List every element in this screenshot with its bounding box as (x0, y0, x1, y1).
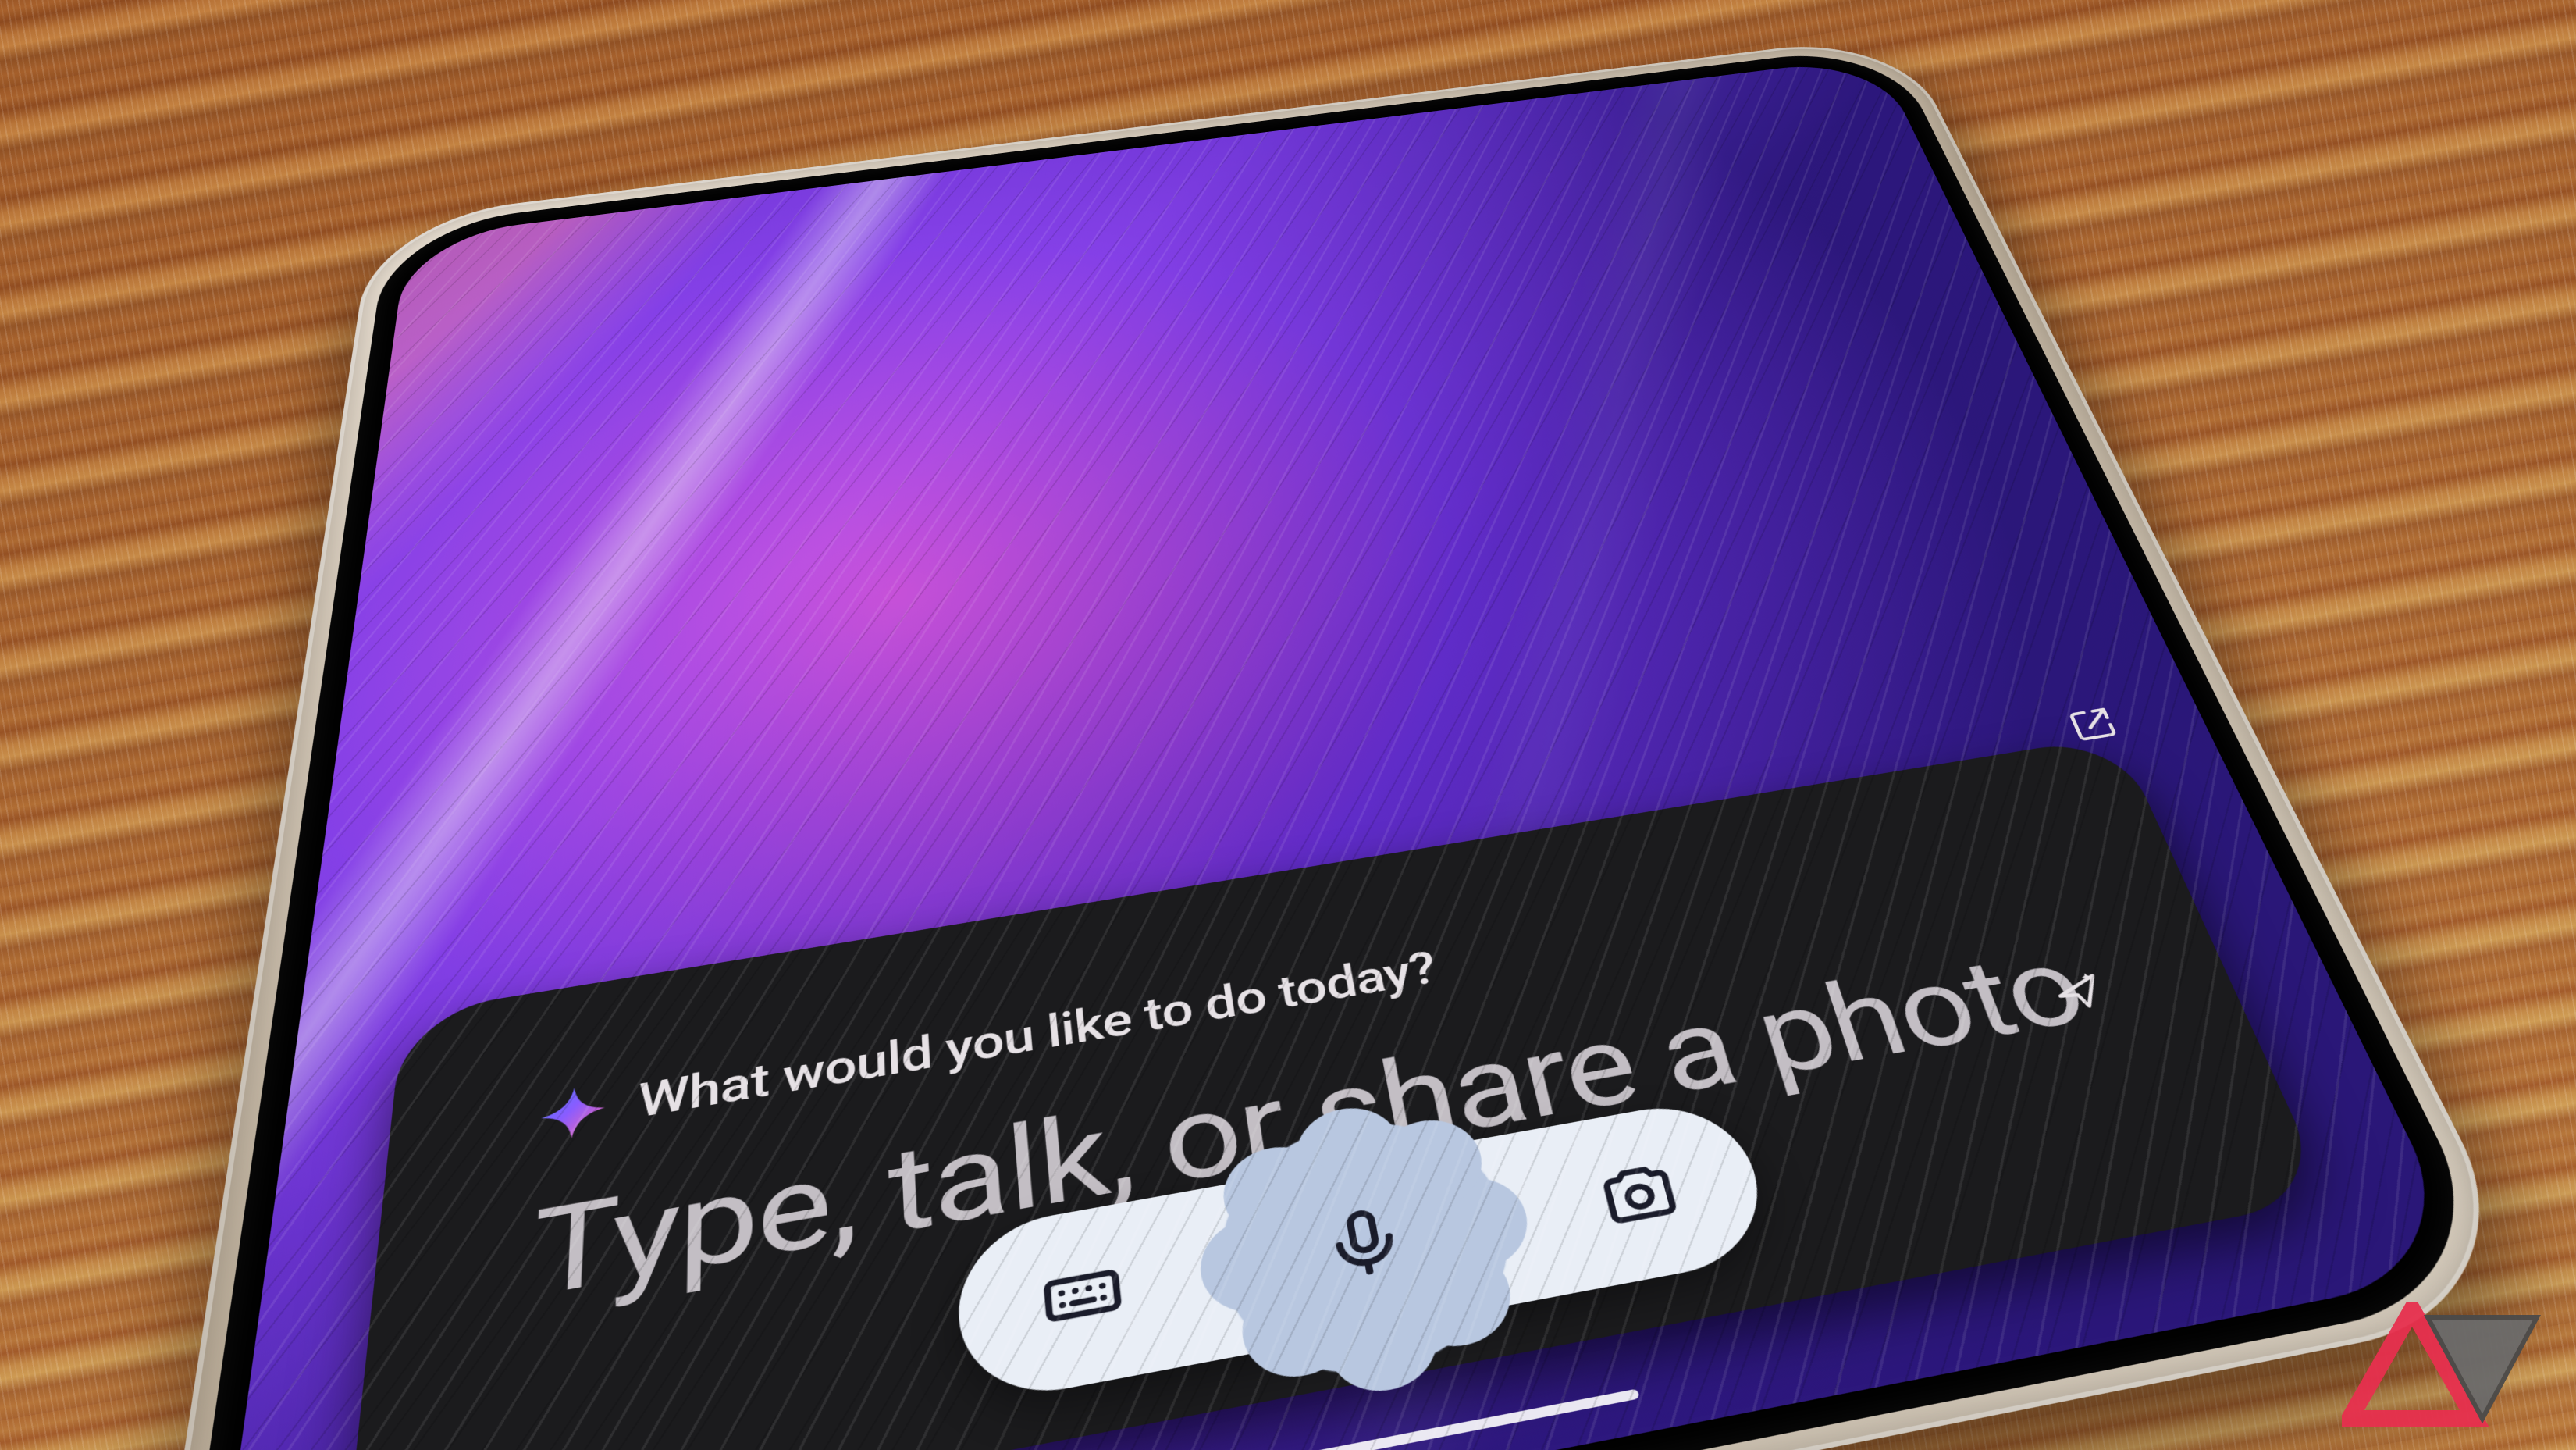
gemini-sparkle-icon (539, 1083, 606, 1145)
phone-screen: What would you like to do today? Type, t… (204, 56, 2474, 1450)
keyboard-button[interactable] (1029, 1244, 1137, 1348)
camera-icon (1592, 1154, 1687, 1234)
assistant-card-header: What would you like to do today? (539, 843, 2048, 1146)
microphone-button[interactable] (1206, 1103, 1532, 1398)
assistant-prompt-label: What would you like to do today? (638, 942, 1441, 1129)
send-button[interactable] (2042, 965, 2116, 1021)
send-sparkle-icon (2045, 967, 2113, 1018)
assistant-input-placeholder[interactable]: Type, talk, or share a photo (528, 924, 2112, 1325)
watermark-logo (2342, 1302, 2545, 1434)
camera-button[interactable] (1582, 1145, 1697, 1244)
keyboard-icon (1039, 1253, 1127, 1339)
input-mode-pill (954, 1094, 1778, 1407)
perspective-stage: What would you like to do today? Type, t… (0, 0, 2576, 1450)
phone: What would you like to do today? Type, t… (133, 34, 2546, 1450)
open-external-button[interactable] (2059, 701, 2127, 748)
microphone-icon (1316, 1200, 1414, 1288)
open-external-icon (2064, 704, 2122, 744)
assistant-card: What would you like to do today? Type, t… (343, 736, 2330, 1450)
gesture-nav-pill[interactable] (1154, 1389, 1640, 1450)
